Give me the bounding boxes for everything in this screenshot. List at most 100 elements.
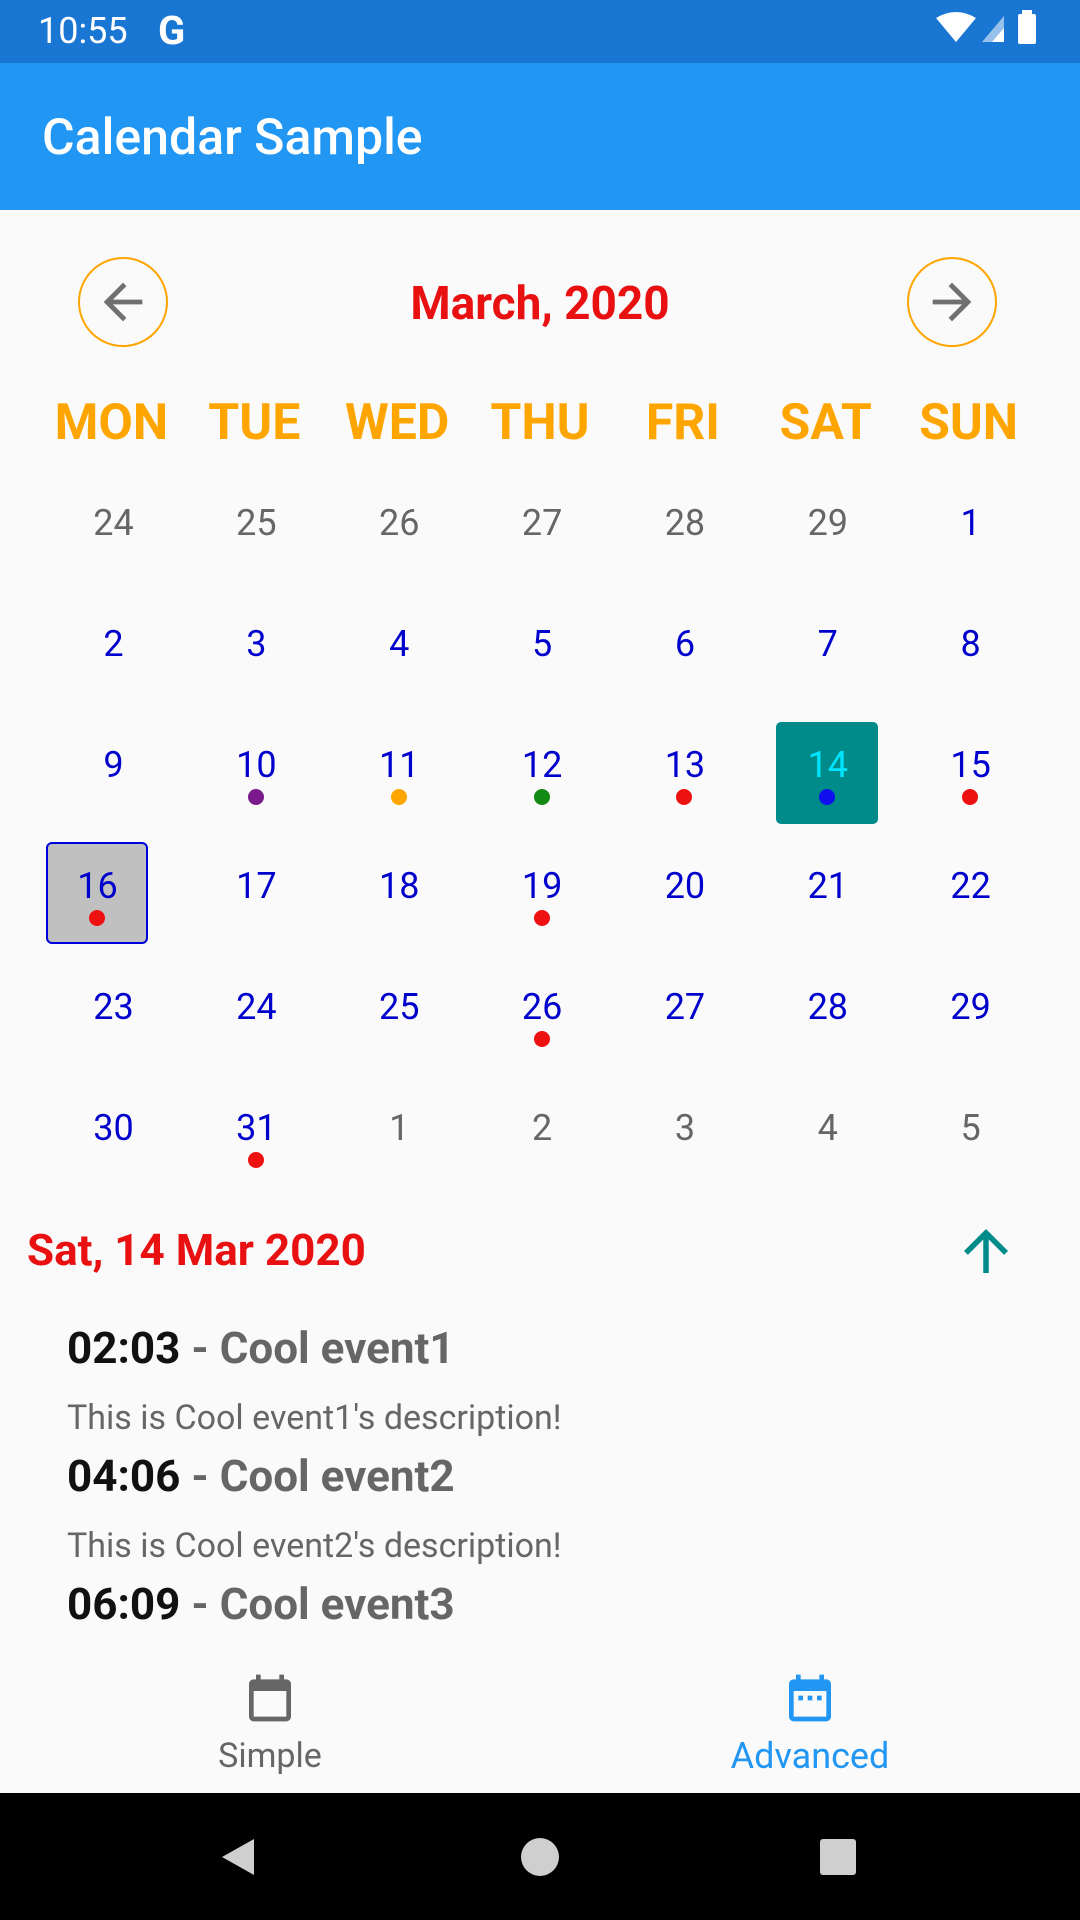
back-icon[interactable] [214, 1833, 262, 1881]
tab-simple-label: Simple [218, 1736, 322, 1776]
day-cell[interactable]: 15 [897, 709, 1040, 830]
day-number: 23 [93, 986, 134, 1028]
day-number: 30 [93, 1107, 134, 1149]
weekday-thu: THU [490, 394, 590, 452]
day-cell[interactable]: 18 [326, 830, 469, 951]
day-cell[interactable]: 10 [183, 709, 326, 830]
day-cell[interactable]: 13 [611, 709, 754, 830]
day-cell[interactable]: 5 [469, 588, 612, 709]
day-number: 13 [664, 744, 706, 786]
day-number: 26 [378, 502, 420, 544]
day-cell-today[interactable]: 14 [754, 709, 897, 830]
tab-simple[interactable]: Simple [0, 1650, 540, 1793]
day-cell[interactable]: 3 [611, 1072, 754, 1193]
day-cell[interactable]: 25 [326, 951, 469, 1072]
day-number: 22 [950, 865, 991, 907]
day-cell[interactable]: 27 [469, 467, 612, 588]
event-dot [676, 789, 693, 805]
day-number: 21 [807, 865, 849, 907]
day-cell[interactable]: 17 [183, 830, 326, 951]
event-header: 04:06 - Cool event2 [67, 1448, 1027, 1504]
event-dot [962, 789, 979, 805]
arrow-right-icon [932, 282, 972, 322]
next-month-button[interactable] [907, 257, 997, 347]
arrow-up-icon[interactable] [953, 1218, 1019, 1284]
event-item[interactable]: 02:03 - Cool event1 This is Cool event1'… [67, 1320, 1027, 1448]
day-number: 26 [521, 986, 563, 1028]
app-title: Calendar Sample [42, 109, 423, 167]
day-number: 2 [103, 623, 124, 665]
week-row: 16 17 18 19 20 21 22 [40, 830, 1040, 951]
status-bar: 10:55 G [0, 0, 1080, 63]
tab-advanced[interactable]: Advanced [540, 1650, 1080, 1793]
day-cell[interactable]: 20 [611, 830, 754, 951]
status-icons [936, 10, 1036, 44]
day-number: 18 [378, 865, 420, 907]
day-cell[interactable]: 19 [469, 830, 612, 951]
event-title: Cool event2 [219, 1450, 455, 1502]
day-number: 28 [807, 986, 849, 1028]
event-dot [247, 1152, 264, 1168]
event-time: 04:06 [67, 1450, 181, 1502]
wifi-icon [936, 12, 976, 42]
week-row: 2 3 4 5 6 7 8 [40, 588, 1040, 709]
day-cell[interactable]: 24 [183, 951, 326, 1072]
day-cell[interactable]: 29 [754, 467, 897, 588]
day-cell[interactable]: 3 [183, 588, 326, 709]
day-cell[interactable]: 7 [754, 588, 897, 709]
tab-advanced-label: Advanced [730, 1735, 890, 1777]
selected-date-label: Sat, 14 Mar 2020 [27, 1224, 366, 1276]
event-dot [819, 789, 836, 805]
day-cell[interactable]: 25 [183, 467, 326, 588]
day-number: 28 [664, 502, 706, 544]
day-cell[interactable]: 11 [326, 709, 469, 830]
day-cell[interactable]: 23 [40, 951, 183, 1072]
week-row: 23 24 25 26 27 28 29 [40, 951, 1040, 1072]
day-number: 2 [531, 1107, 553, 1149]
day-cell[interactable]: 4 [754, 1072, 897, 1193]
calendar-dots-icon [789, 1674, 831, 1722]
day-cell[interactable]: 8 [897, 588, 1040, 709]
day-cell[interactable]: 28 [611, 467, 754, 588]
day-cell[interactable]: 27 [611, 951, 754, 1072]
day-cell[interactable]: 5 [897, 1072, 1040, 1193]
day-cell[interactable]: 22 [897, 830, 1040, 951]
home-icon[interactable] [516, 1833, 564, 1881]
day-cell[interactable]: 4 [326, 588, 469, 709]
weekday-mon: MON [54, 394, 169, 452]
day-cell[interactable]: 9 [40, 709, 183, 830]
day-cell[interactable]: 1 [897, 467, 1040, 588]
day-number: 6 [674, 623, 696, 665]
day-cell[interactable]: 29 [897, 951, 1040, 1072]
day-cell[interactable]: 30 [40, 1072, 183, 1193]
event-item[interactable]: 04:06 - Cool event2 This is Cool event2'… [67, 1448, 1027, 1576]
day-cell[interactable]: 28 [754, 951, 897, 1072]
day-number: 4 [389, 623, 410, 665]
day-number: 11 [378, 744, 420, 786]
day-cell[interactable]: 12 [469, 709, 612, 830]
day-cell[interactable]: 24 [40, 467, 183, 588]
recents-icon[interactable] [814, 1833, 862, 1881]
day-cell[interactable]: 6 [611, 588, 754, 709]
day-cell[interactable]: 2 [40, 588, 183, 709]
day-cell[interactable]: 1 [326, 1072, 469, 1193]
day-number: 24 [93, 502, 134, 544]
day-cell-selected[interactable]: 16 [40, 830, 183, 951]
app-bar: Calendar Sample [0, 63, 1080, 210]
day-cell[interactable]: 26 [469, 951, 612, 1072]
day-number: 14 [807, 744, 849, 786]
day-number: 24 [236, 986, 277, 1028]
day-number: 7 [817, 623, 838, 665]
weekday-fri: FRI [645, 394, 720, 452]
day-cell[interactable]: 21 [754, 830, 897, 951]
event-dot [533, 910, 550, 926]
event-time: 02:03 [67, 1322, 181, 1374]
event-dot [390, 789, 407, 805]
day-cell[interactable]: 31 [183, 1072, 326, 1193]
day-number: 16 [77, 865, 118, 907]
event-separator: - [191, 1322, 209, 1374]
day-number: 25 [378, 986, 420, 1028]
day-cell[interactable]: 2 [469, 1072, 612, 1193]
day-number: 1 [960, 502, 981, 544]
day-cell[interactable]: 26 [326, 467, 469, 588]
